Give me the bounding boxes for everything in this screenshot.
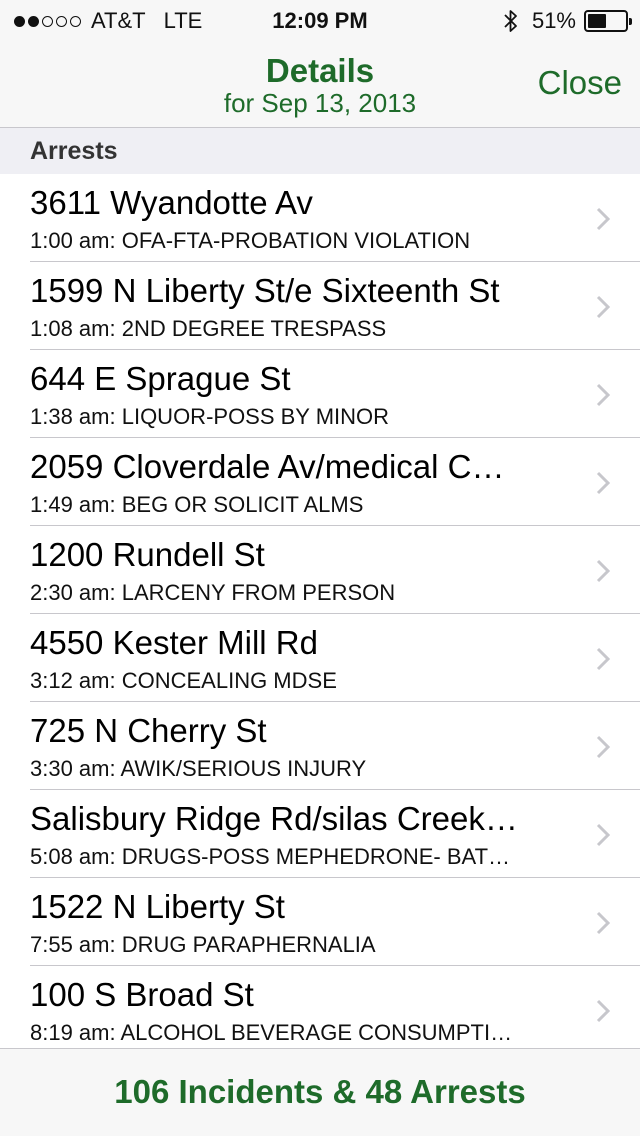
list-item-title: 100 S Broad St: [30, 976, 254, 1013]
chevron-right-icon: [596, 295, 610, 319]
section-header-label: Arrests: [30, 137, 118, 165]
list-item-title: 4550 Kester Mill Rd: [30, 624, 318, 661]
chevron-right-icon: [596, 735, 610, 759]
bluetooth-icon: [504, 10, 517, 32]
list-item-title: 1522 N Liberty St: [30, 888, 285, 925]
list-item-title: 1200 Rundell St: [30, 536, 265, 573]
list-item-subtitle: 1:49 am: BEG OR SOLICIT ALMS: [30, 492, 364, 517]
list-item[interactable]: 1599 N Liberty St/e Sixteenth St 1:08 am…: [0, 262, 640, 350]
list-item-subtitle: 7:55 am: DRUG PARAPHERNALIA: [30, 932, 376, 957]
status-right: 51%: [504, 6, 632, 36]
list-item[interactable]: Salisbury Ridge Rd/silas Creek… 5:08 am:…: [0, 790, 640, 878]
chevron-right-icon: [596, 559, 610, 583]
chevron-right-icon: [596, 207, 610, 231]
list-item[interactable]: 100 S Broad St 8:19 am: ALCOHOL BEVERAGE…: [0, 966, 640, 1054]
chevron-right-icon: [596, 911, 610, 935]
list-item[interactable]: 725 N Cherry St 3:30 am: AWIK/SERIOUS IN…: [0, 702, 640, 790]
section-header: Arrests: [0, 128, 640, 174]
list-item-subtitle: 1:38 am: LIQUOR-POSS BY MINOR: [30, 404, 390, 429]
list-item-title: 3611 Wyandotte Av: [30, 184, 313, 221]
list-item-title: 725 N Cherry St: [30, 712, 267, 749]
chevron-right-icon: [596, 999, 610, 1023]
status-bar: AT&T LTE 12:09 PM 51%: [0, 0, 640, 42]
arrests-list: 3611 Wyandotte Av 1:00 am: OFA-FTA-PROBA…: [0, 174, 640, 1054]
navigation-bar: Details for Sep 13, 2013 Close: [0, 42, 640, 128]
list-item[interactable]: 1522 N Liberty St 7:55 am: DRUG PARAPHER…: [0, 878, 640, 966]
battery-fill: [588, 14, 607, 28]
chevron-right-icon: [596, 647, 610, 671]
list-item-title: Salisbury Ridge Rd/silas Creek…: [30, 800, 518, 837]
chevron-right-icon: [596, 383, 610, 407]
list-item-subtitle: 2:30 am: LARCENY FROM PERSON: [30, 580, 396, 605]
list-item-title: 644 E Sprague St: [30, 360, 291, 397]
chevron-right-icon: [596, 471, 610, 495]
battery-icon: [584, 10, 632, 32]
list-item-subtitle: 1:08 am: 2ND DEGREE TRESPASS: [30, 316, 387, 341]
list-item-subtitle: 5:08 am: DRUGS-POSS MEPHEDRONE- BAT…: [30, 844, 511, 869]
list-item[interactable]: 2059 Cloverdale Av/medical C… 1:49 am: B…: [0, 438, 640, 526]
battery-percent: 51%: [531, 8, 576, 33]
list-item[interactable]: 4550 Kester Mill Rd 3:12 am: CONCEALING …: [0, 614, 640, 702]
close-button[interactable]: Close: [538, 64, 622, 102]
bottom-toolbar: 106 Incidents & 48 Arrests: [0, 1048, 640, 1136]
list-item[interactable]: 3611 Wyandotte Av 1:00 am: OFA-FTA-PROBA…: [0, 174, 640, 262]
list-item-subtitle: 1:00 am: OFA-FTA-PROBATION VIOLATION: [30, 228, 471, 253]
chevron-right-icon: [596, 823, 610, 847]
list-item[interactable]: 644 E Sprague St 1:38 am: LIQUOR-POSS BY…: [0, 350, 640, 438]
list-item-title: 1599 N Liberty St/e Sixteenth St: [30, 272, 500, 309]
list-item-subtitle: 3:12 am: CONCEALING MDSE: [30, 668, 337, 693]
list-item[interactable]: 1200 Rundell St 2:30 am: LARCENY FROM PE…: [0, 526, 640, 614]
list-item-subtitle: 8:19 am: ALCOHOL BEVERAGE CONSUMPTI…: [30, 1020, 513, 1045]
list-item-subtitle: 3:30 am: AWIK/SERIOUS INJURY: [30, 756, 367, 781]
list-item-title: 2059 Cloverdale Av/medical C…: [30, 448, 505, 485]
summary-button[interactable]: 106 Incidents & 48 Arrests: [0, 1073, 640, 1111]
